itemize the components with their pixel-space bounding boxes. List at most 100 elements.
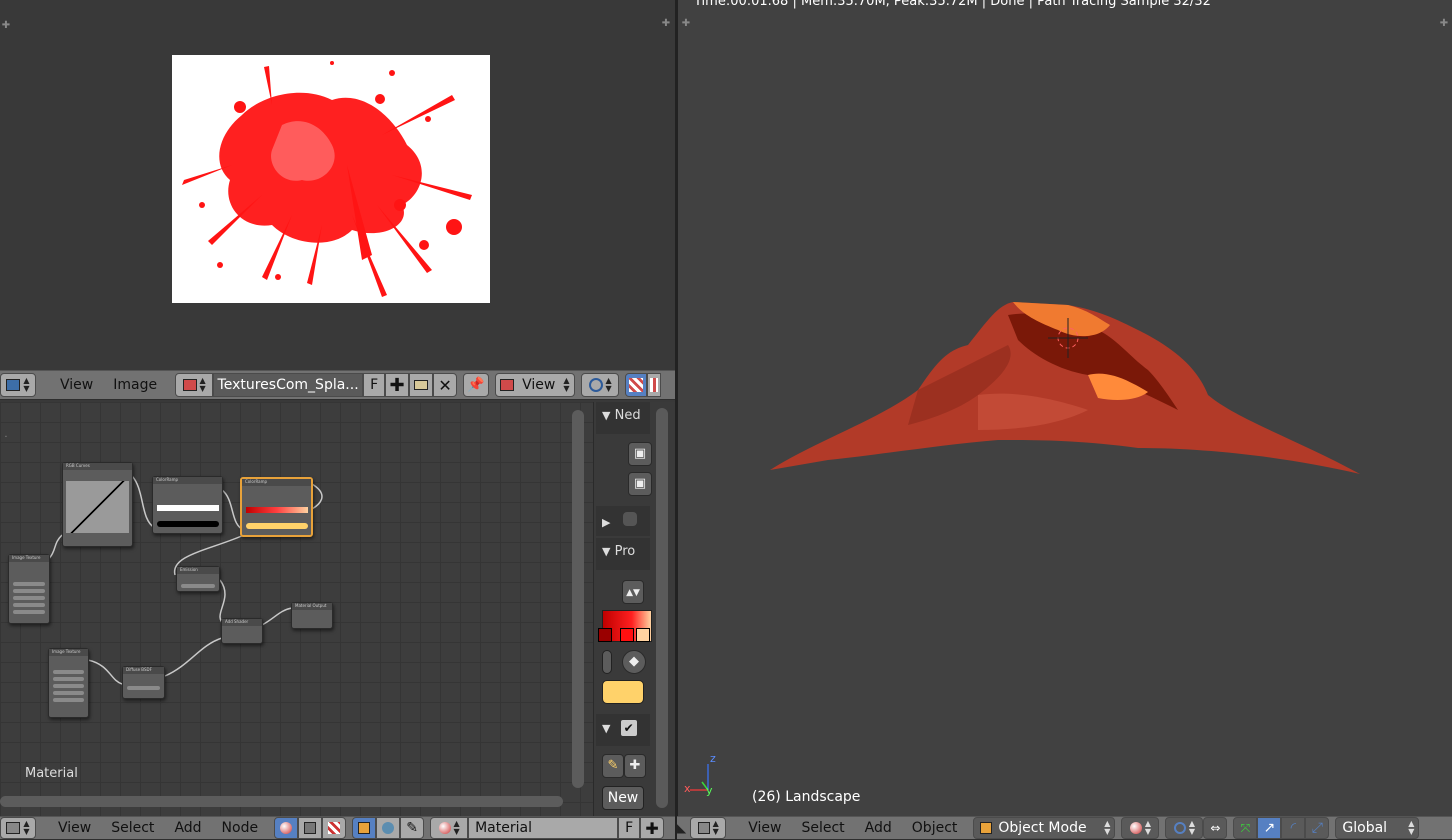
menu-node[interactable]: Node: [212, 820, 269, 836]
display-channels-button[interactable]: [625, 373, 648, 397]
area-corner-handle[interactable]: ✚: [0, 20, 12, 32]
tab-properties[interactable]: ▼ Pro: [596, 538, 650, 570]
node-add-shader[interactable]: Add Shader: [221, 618, 263, 644]
color-swatch[interactable]: [602, 680, 644, 704]
tab-collapsed[interactable]: ▶: [596, 506, 650, 536]
transform-manipulator-button[interactable]: ⤧: [1233, 817, 1258, 839]
node-image-texture-2[interactable]: Image Texture: [48, 648, 89, 718]
interpolation-select[interactable]: ▲▼: [622, 580, 644, 604]
pen-tool-button[interactable]: ✎: [602, 754, 624, 778]
node-field: [13, 610, 45, 614]
node-field: [13, 596, 45, 600]
tool-shelf-scrollbar[interactable]: [656, 408, 668, 808]
pivot-select[interactable]: ▲ ▼: [1165, 817, 1204, 839]
menu-view[interactable]: View: [50, 377, 103, 393]
position-slider[interactable]: [602, 650, 612, 674]
menu-view[interactable]: View: [48, 820, 101, 836]
scale-manipulator-button[interactable]: ⤢: [1305, 817, 1330, 839]
rotate-manipulator-button[interactable]: ◜: [1281, 817, 1306, 839]
node-colorramp-2[interactable]: ColorRamp: [240, 477, 313, 537]
menu-object[interactable]: Object: [902, 820, 968, 836]
tab-checkbox[interactable]: ▼ ✔: [596, 714, 650, 746]
node-emission[interactable]: Emission: [176, 566, 220, 592]
chevron-updown-icon: ▲▼: [453, 819, 460, 836]
plus-icon: ✚: [389, 374, 405, 396]
tab-node-label: Ned: [614, 408, 641, 423]
translate-manipulator-button[interactable]: ↗: [1257, 817, 1282, 839]
menu-add[interactable]: Add: [855, 820, 902, 836]
editor-type-selector[interactable]: ▲ ▼: [690, 817, 727, 839]
orientation-select[interactable]: Global ▲ ▼: [1335, 817, 1420, 839]
eyedropper-toggle[interactable]: ◆: [622, 650, 646, 674]
vertical-scrollbar[interactable]: [572, 410, 584, 788]
node-title: Image Texture: [49, 649, 88, 656]
world-shader-button[interactable]: [376, 817, 401, 839]
menu-select[interactable]: Select: [101, 820, 164, 836]
menu-add[interactable]: Add: [164, 820, 211, 836]
image-editor-area[interactable]: ✚ ✚: [0, 0, 675, 370]
linestyle-shader-button[interactable]: ✎: [400, 817, 425, 839]
node-colorramp-1[interactable]: ColorRamp: [152, 476, 223, 534]
axes-icon: ⤧: [1240, 820, 1251, 835]
menu-view[interactable]: View: [738, 820, 791, 836]
node-rgb-curves[interactable]: RGB Curves: [62, 462, 133, 547]
alpha-channel-button[interactable]: [647, 373, 662, 397]
ramp-bar: [157, 521, 219, 527]
new-image-button[interactable]: ✚: [385, 373, 410, 397]
object-shader-button[interactable]: [352, 817, 377, 839]
chevron-updown-icon: ▲▼: [563, 376, 570, 393]
node-frame-button[interactable]: ▣: [628, 472, 652, 496]
node-material-output[interactable]: Material Output: [291, 602, 333, 629]
compositing-nodes-button[interactable]: [298, 817, 323, 839]
pin-button[interactable]: 📌: [463, 373, 490, 397]
material-name-field[interactable]: Material: [468, 817, 619, 839]
shader-nodes-button[interactable]: [274, 817, 299, 839]
collapse-triangle-icon: ▼: [602, 722, 611, 735]
material-browse-button[interactable]: ▲ ▼: [430, 817, 469, 839]
ramp-stop-handle[interactable]: [598, 628, 612, 642]
area-corner-handle[interactable]: ✚: [660, 18, 672, 30]
image-editor-icon: [6, 379, 21, 391]
node-editor-canvas[interactable]: · RGB Curves ColorRamp ColorRamp Image T…: [0, 402, 593, 816]
checker-icon: [650, 378, 659, 392]
axis-z-label: z: [710, 752, 716, 765]
add-button[interactable]: ✚: [624, 754, 646, 778]
viewport-3d[interactable]: Time:00:01.68 | Mem:35.70M, Peak:35.72M …: [677, 0, 1452, 816]
image-name-field[interactable]: TexturesCom_Spla...: [213, 373, 364, 397]
node-title: Material Output: [292, 603, 332, 610]
new-material-button[interactable]: ✚: [640, 817, 665, 839]
manipulator-toggle[interactable]: ⇔: [1203, 817, 1228, 839]
ramp-stop-handle[interactable]: [620, 628, 634, 642]
editor-type-selector[interactable]: ▲ ▼: [0, 373, 36, 397]
unlink-image-button[interactable]: ✕: [433, 373, 458, 397]
node-group-button[interactable]: ▣: [628, 442, 652, 466]
tab-node[interactable]: ▼ Ned: [596, 402, 650, 434]
plus-icon: ✚: [629, 758, 641, 773]
fake-user-button[interactable]: F: [618, 817, 641, 839]
menu-image[interactable]: Image: [103, 377, 167, 393]
scale-icon: ⤢: [1311, 820, 1323, 836]
landscape-mesh: [770, 302, 1360, 474]
image-browse-button[interactable]: ▲ ▼: [175, 373, 214, 397]
mode-select[interactable]: Object Mode ▲ ▼: [973, 817, 1116, 839]
editor-type-selector[interactable]: ▲ ▼: [0, 817, 36, 839]
menu-select[interactable]: Select: [791, 820, 854, 836]
view-mode-select[interactable]: View ▲ ▼: [495, 373, 576, 397]
open-image-button[interactable]: [409, 373, 434, 397]
node-field: [127, 686, 160, 690]
node-field: [181, 584, 215, 588]
node-icon: ▣: [633, 446, 647, 461]
shading-select[interactable]: ▲ ▼: [1121, 817, 1160, 839]
collapse-triangle-icon: ▼: [602, 409, 611, 422]
chevron-updown-icon: ▲▼: [626, 588, 640, 598]
cube-icon: [358, 822, 371, 834]
node-image-texture-1[interactable]: Image Texture: [8, 554, 50, 624]
node-diffuse-bsdf[interactable]: Diffuse BSDF: [122, 666, 165, 699]
ramp-stop-handle[interactable]: [636, 628, 650, 642]
pivot-select[interactable]: ▲ ▼: [581, 373, 620, 397]
new-button[interactable]: New: [602, 786, 644, 810]
fake-user-button[interactable]: F: [363, 373, 386, 397]
area-split-icon[interactable]: ◣: [677, 821, 686, 835]
horizontal-scrollbar[interactable]: [0, 796, 563, 807]
texture-nodes-button[interactable]: [322, 817, 347, 839]
